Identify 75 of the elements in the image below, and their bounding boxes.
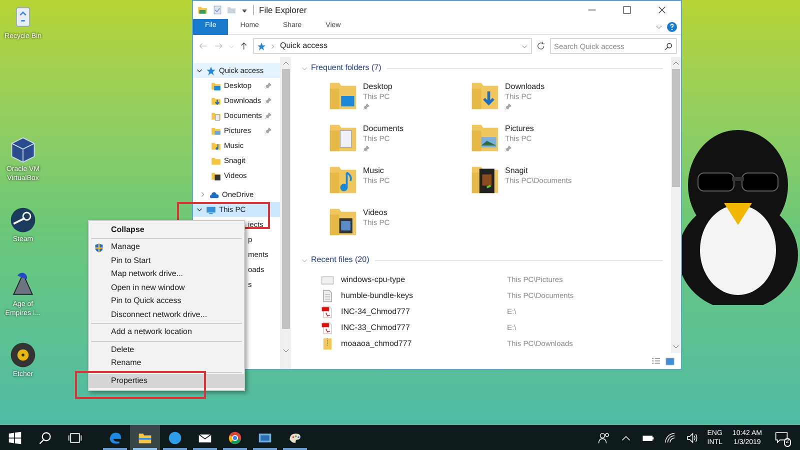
chevron-down-icon[interactable] — [196, 206, 203, 213]
pdf-file-icon[interactable] — [321, 321, 334, 335]
file-name[interactable]: moaaoa_chmod777 — [341, 338, 507, 350]
desktop-folder-icon[interactable] — [329, 81, 357, 111]
chevron-down-icon[interactable] — [196, 67, 203, 74]
menu-item[interactable]: Map network drive... — [89, 268, 244, 281]
large-icons-view-icon[interactable] — [665, 356, 675, 366]
menu-item[interactable]: Collapse — [89, 223, 244, 236]
cloud-icon — [209, 190, 219, 200]
people-icon[interactable] — [598, 432, 610, 444]
help-icon[interactable] — [667, 22, 677, 32]
folder-name[interactable]: Downloads — [505, 81, 545, 92]
up-arrow-icon[interactable] — [239, 41, 249, 51]
folder-name[interactable]: Videos — [363, 207, 390, 218]
pdf-file-icon[interactable] — [321, 305, 334, 319]
wifi-icon[interactable] — [664, 432, 676, 444]
remote-app-icon — [258, 430, 272, 444]
star-icon — [256, 42, 266, 50]
menu-item[interactable]: Delete — [89, 343, 244, 356]
menu-item[interactable]: Add a network location — [89, 326, 244, 339]
menu-item[interactable]: Manage — [89, 240, 244, 254]
search-icon — [664, 42, 673, 51]
file-name[interactable]: INC-33_Chmod777 — [341, 322, 507, 334]
folder-name[interactable]: Desktop — [363, 81, 392, 92]
menu-item[interactable]: Properties — [89, 374, 244, 388]
address-bar[interactable]: Quick access — [252, 38, 532, 54]
pictures-folder-icon[interactable] — [471, 123, 499, 153]
address-path: Quick access — [280, 40, 329, 52]
menu-item[interactable]: Pin to Quick access — [89, 294, 244, 308]
paint-app-icon — [288, 430, 302, 444]
videos-folder-icon[interactable] — [329, 207, 357, 237]
shield-icon — [94, 242, 104, 252]
folder-name[interactable]: Documents — [363, 123, 404, 134]
downloads-folder-icon — [211, 96, 221, 106]
desktop-app-icon[interactable] — [8, 205, 38, 235]
folder-name[interactable]: Music — [363, 165, 390, 176]
menu-item[interactable]: Disconnect network drive... — [89, 308, 244, 322]
chrome-app-icon — [228, 430, 242, 444]
folder-name[interactable]: Snagit — [505, 165, 572, 176]
snagit-folder-icon[interactable] — [471, 165, 499, 195]
window-title: File Explorer — [259, 4, 307, 16]
pictures-folder-icon — [211, 126, 221, 136]
start-icon — [8, 430, 22, 444]
section-heading[interactable]: Frequent folders (7) — [311, 62, 382, 74]
file-name[interactable]: INC-34_Chmod777 — [341, 306, 507, 318]
menu-item[interactable]: Rename — [89, 356, 244, 370]
speech-bubble-icon — [774, 431, 788, 444]
folder-name[interactable]: Pictures — [505, 123, 534, 134]
caret-icon[interactable] — [241, 6, 248, 14]
checkmark-document-icon[interactable] — [213, 5, 222, 15]
downloads-folder-icon[interactable] — [471, 81, 499, 111]
documents-folder-icon — [211, 110, 221, 120]
chevron-right-icon — [270, 42, 276, 50]
pc-icon — [206, 204, 216, 214]
section-heading[interactable]: Recent files (20) — [311, 254, 370, 266]
edge-app-icon — [108, 430, 122, 444]
videos-folder-icon — [211, 170, 221, 180]
menu-item[interactable]: Open in new window — [89, 281, 244, 294]
file-name[interactable]: windows-cpu-type — [341, 274, 507, 286]
task-view-icon — [68, 430, 82, 444]
scrollbar-thumb[interactable] — [282, 69, 290, 329]
desktop-app-icon[interactable] — [8, 340, 38, 370]
details-view-icon[interactable] — [651, 356, 661, 366]
file-name[interactable]: humble-bundle-keys — [341, 290, 507, 302]
explorer-app-button[interactable] — [130, 425, 160, 450]
folder-icon — [197, 5, 208, 15]
refresh-icon[interactable] — [536, 41, 546, 51]
music-folder-icon — [211, 140, 221, 150]
music-folder-icon[interactable] — [329, 165, 357, 195]
scrollbar-thumb[interactable] — [672, 69, 680, 187]
volume-icon[interactable] — [686, 432, 698, 444]
menu-item[interactable]: Pin to Start — [89, 254, 244, 268]
desktop-folder-icon — [211, 80, 221, 90]
search-icon — [38, 430, 52, 444]
explorer-app-icon — [138, 430, 152, 444]
